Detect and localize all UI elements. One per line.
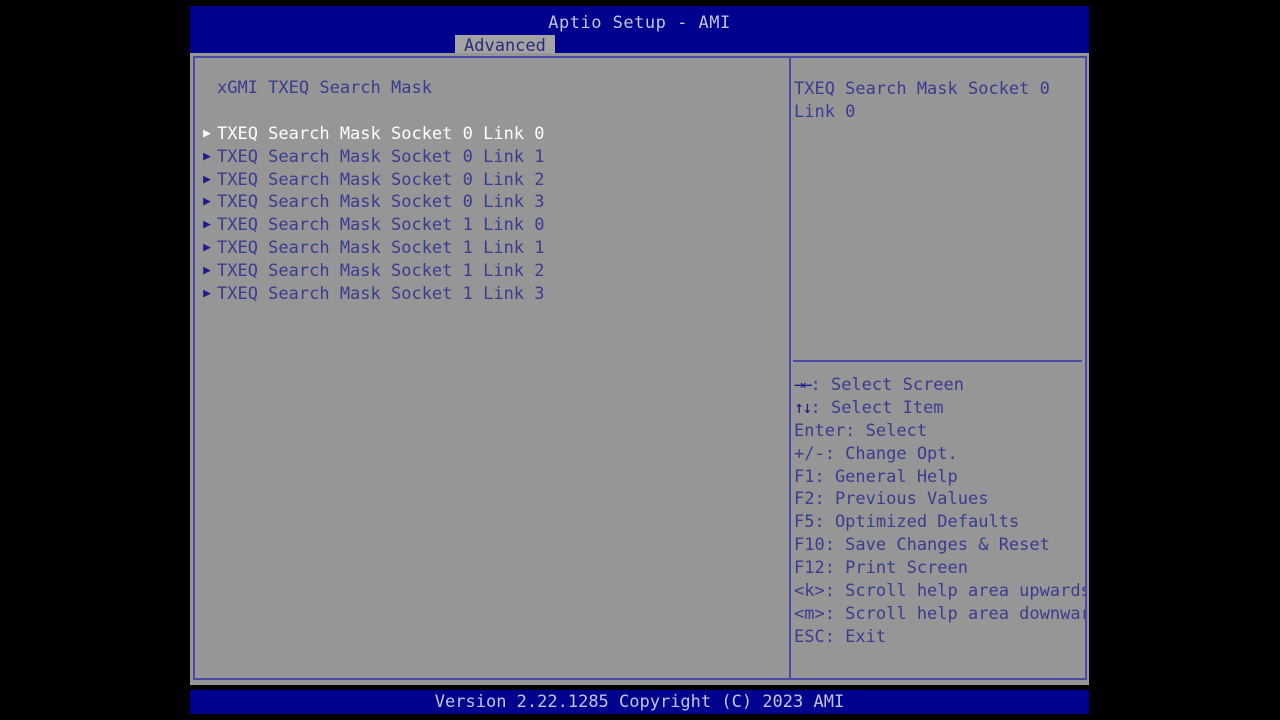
settings-list-pane: xGMI TXEQ Search Mask ▶ TXEQ Search Mask …	[195, 58, 789, 678]
menu-item-label: TXEQ Search Mask Socket 0 Link 1	[217, 146, 545, 167]
page-title: Aptio Setup - AMI	[548, 13, 731, 33]
hotkey-row-1: ↑↓: Select Item	[794, 397, 1084, 420]
menu-item-6[interactable]: ▶ TXEQ Search Mask Socket 1 Link 2	[195, 260, 789, 283]
hotkey-label: F2: Previous Values	[794, 489, 989, 510]
menu-item-label: TXEQ Search Mask Socket 1 Link 3	[217, 283, 545, 304]
hotkey-row-6: F5: Optimized Defaults	[794, 511, 1084, 534]
hotkey-label: F10: Save Changes & Reset	[794, 535, 1050, 556]
hotkey-label: : Select Screen	[810, 375, 965, 395]
submenu-arrow-icon: ▶	[203, 285, 211, 301]
menu-item-2[interactable]: ▶ TXEQ Search Mask Socket 0 Link 2	[195, 169, 789, 192]
hotkey-label: F5: Optimized Defaults	[794, 512, 1020, 533]
hotkey-label: F12: Print Screen	[794, 558, 968, 579]
submenu-arrow-icon: ▶	[203, 217, 211, 233]
status-bar: Version 2.22.1285 Copyright (C) 2023 AMI	[190, 690, 1089, 714]
hotkey-row-0: →←: Select Screen	[794, 374, 1084, 397]
hotkey-label: +/-: Change Opt.	[794, 443, 958, 464]
bios-setup-screen: Aptio Setup - AMI Advanced xGMI TXEQ Sea…	[0, 0, 1280, 720]
help-description-text: TXEQ Search Mask Socket 0 Link 0	[794, 79, 1050, 122]
hotkey-row-11: ESC: Exit	[794, 626, 1084, 649]
menu-item-5[interactable]: ▶ TXEQ Search Mask Socket 1 Link 1	[195, 237, 789, 260]
arrow-keys-icon: ↑↓	[794, 397, 813, 418]
hotkey-row-5: F2: Previous Values	[794, 488, 1084, 511]
title-bar: Aptio Setup - AMI Advanced	[190, 6, 1089, 57]
settings-menu-list[interactable]: ▶ TXEQ Search Mask Socket 0 Link 0 ▶ TXEQ S…	[195, 123, 789, 305]
submenu-arrow-icon: ▶	[203, 194, 211, 210]
hotkey-row-10: <m>: Scroll help area downwards	[794, 603, 1085, 626]
submenu-arrow-icon: ▶	[203, 148, 211, 164]
hotkey-label: F1: General Help	[794, 466, 958, 487]
hotkey-label: <m>: Scroll help area downwards	[794, 603, 1085, 624]
hotkey-row-9: <k>: Scroll help area upwards	[794, 580, 1085, 603]
menu-item-label: TXEQ Search Mask Socket 1 Link 0	[217, 215, 545, 236]
hotkey-row-2: Enter: Select	[794, 420, 1084, 443]
menu-item-0[interactable]: ▶ TXEQ Search Mask Socket 0 Link 0	[195, 123, 789, 146]
hotkey-row-7: F10: Save Changes & Reset	[794, 534, 1084, 557]
submenu-arrow-icon: ▶	[203, 262, 211, 278]
section-heading: xGMI TXEQ Search Mask	[217, 78, 432, 98]
hotkey-label: : Select Item	[810, 397, 944, 418]
menu-item-label: TXEQ Search Mask Socket 0 Link 3	[217, 192, 545, 213]
help-pane: TXEQ Search Mask Socket 0 Link 0 →←: Sel…	[791, 58, 1085, 678]
hotkey-label: <k>: Scroll help area upwards	[794, 581, 1085, 602]
help-section-divider	[793, 360, 1082, 362]
hotkey-row-8: F12: Print Screen	[794, 557, 1084, 580]
menu-item-label: TXEQ Search Mask Socket 1 Link 1	[217, 237, 545, 258]
menu-item-1[interactable]: ▶ TXEQ Search Mask Socket 0 Link 1	[195, 146, 789, 169]
submenu-arrow-icon: ▶	[203, 239, 211, 255]
menu-item-3[interactable]: ▶ TXEQ Search Mask Socket 0 Link 3	[195, 191, 789, 214]
menu-item-7[interactable]: ▶ TXEQ Search Mask Socket 1 Link 3	[195, 283, 789, 306]
menu-item-4[interactable]: ▶ TXEQ Search Mask Socket 1 Link 0	[195, 214, 789, 237]
hotkey-row-4: F1: General Help	[794, 466, 1084, 489]
menu-item-label: TXEQ Search Mask Socket 1 Link 2	[217, 260, 545, 281]
submenu-arrow-icon: ▶	[203, 171, 211, 187]
hotkey-row-3: +/-: Change Opt.	[794, 443, 1084, 466]
menu-item-label: TXEQ Search Mask Socket 0 Link 0	[217, 124, 545, 144]
hotkey-label: Enter: Select	[794, 420, 928, 441]
hotkey-label: ESC: Exit	[794, 626, 887, 647]
hotkey-legend-list: →←: Select Screen ↑↓: Select Item Enter: S…	[794, 374, 1085, 649]
arrow-keys-icon: →←	[794, 375, 813, 395]
submenu-arrow-icon: ▶	[203, 126, 211, 141]
menu-item-label: TXEQ Search Mask Socket 0 Link 2	[217, 169, 545, 190]
version-copyright-text: Version 2.22.1285 Copyright (C) 2023 AMI	[434, 692, 845, 712]
